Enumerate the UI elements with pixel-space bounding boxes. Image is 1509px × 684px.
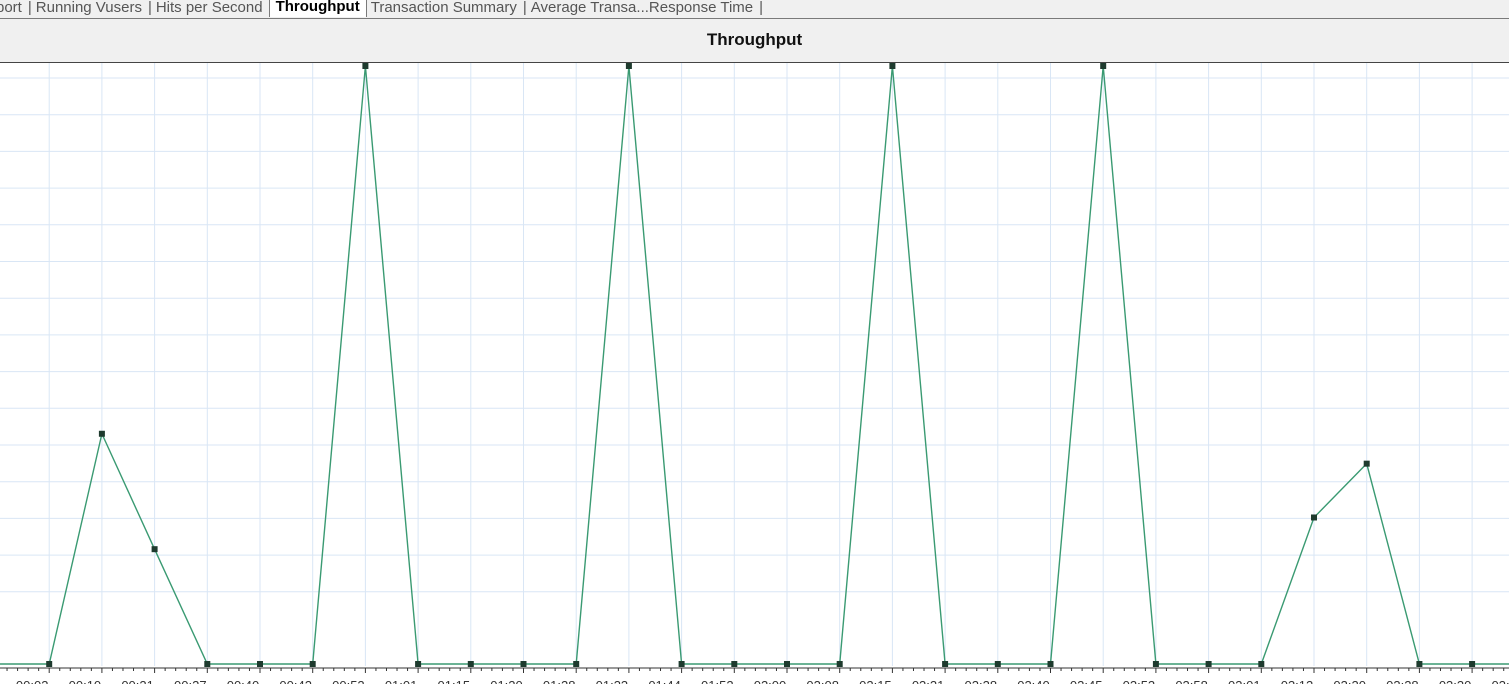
data-point [1258, 661, 1265, 667]
data-point [98, 430, 105, 437]
throughput-series-line [0, 65, 1509, 665]
x-tick-label: 00:40 [227, 678, 260, 684]
data-point [520, 661, 527, 667]
x-tick-label: 01:20 [490, 678, 523, 684]
data-point [257, 661, 263, 667]
x-tick-label: 01:01 [385, 678, 418, 684]
x-tick-label: 02:15 [859, 678, 892, 684]
data-point [1469, 661, 1476, 667]
x-tick-label: 01:52 [701, 678, 734, 684]
data-point [731, 661, 738, 667]
data-point [625, 63, 632, 69]
x-tick-label: 00:27 [174, 678, 207, 684]
data-point [1047, 661, 1054, 667]
x-tick-label: 02:52 [1123, 678, 1156, 684]
data-point [1311, 514, 1317, 521]
data-point [46, 661, 53, 667]
data-point [1100, 63, 1107, 69]
x-tick-label: 01:44 [648, 678, 681, 684]
x-tick-label: 00:10 [69, 678, 102, 684]
data-point [415, 661, 422, 667]
data-point [362, 63, 369, 69]
data-point [1205, 661, 1212, 667]
data-point [784, 661, 790, 667]
data-point [942, 661, 949, 667]
data-point [1152, 661, 1159, 667]
data-point [1363, 460, 1370, 467]
x-tick-label: 00:42 [279, 678, 312, 684]
data-point [1416, 661, 1423, 667]
data-point [889, 63, 896, 69]
x-tick-label: 02:40 [1017, 678, 1050, 684]
data-point [573, 661, 580, 667]
data-point [678, 661, 685, 667]
x-tick-label: 03:01 [1228, 678, 1261, 684]
data-point [467, 661, 474, 667]
x-tick-label: 02:45 [1070, 678, 1103, 684]
x-tick-label: 03:20 [1333, 678, 1366, 684]
x-tick-label: 00:52 [332, 678, 365, 684]
x-tick-label: 03:28 [1386, 678, 1419, 684]
x-tick-label: 03:41 [1492, 678, 1509, 684]
x-tick-label: 02:00 [754, 678, 787, 684]
x-tick-label: 03:30 [1439, 678, 1472, 684]
x-tick-label: 01:15 [438, 678, 471, 684]
x-tick-label: 03:12 [1281, 678, 1314, 684]
x-tick-label: 02:21 [912, 678, 945, 684]
x-tick-label: 02:08 [806, 678, 839, 684]
x-tick-label: 02:28 [965, 678, 998, 684]
data-point [994, 661, 1001, 667]
data-point [309, 661, 316, 667]
x-tick-label: 00:21 [121, 678, 154, 684]
x-tick-label: 02:58 [1175, 678, 1208, 684]
data-point [151, 546, 158, 553]
x-tick-label: 01:33 [596, 678, 629, 684]
throughput-chart: 00:03 00:10 00:21 00:27 00:40 00:42 00:52 01:01… [0, 63, 1509, 684]
x-tick-label: 01:28 [543, 678, 576, 684]
data-point [836, 661, 843, 667]
x-tick-label: 00:03 [16, 678, 49, 684]
data-point [204, 661, 211, 667]
